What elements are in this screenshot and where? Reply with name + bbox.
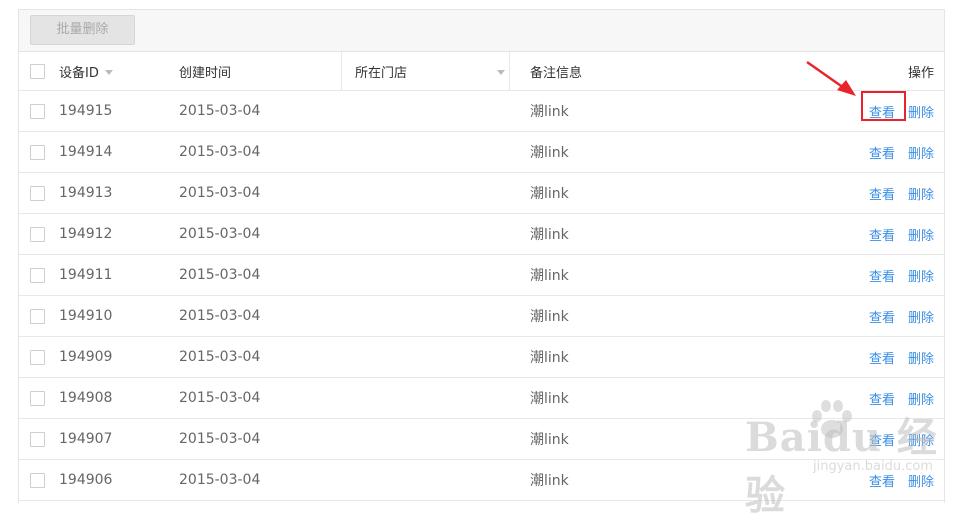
- table-row: 194908 2015-03-04 潮link 查看 删除: [19, 378, 944, 419]
- device-id-cell: 194907: [59, 431, 113, 447]
- table-body: 194915 2015-03-04 潮link 查看 删除 194914 2015-03-0…: [19, 90, 944, 501]
- store-filter-header[interactable]: 所在门店: [355, 52, 505, 90]
- row-checkbox[interactable]: [30, 267, 45, 283]
- table-row: 194911 2015-03-04 潮link 查看 删除: [19, 255, 944, 296]
- row-checkbox[interactable]: [30, 103, 45, 119]
- table-row: 194914 2015-03-04 潮link 查看 删除: [19, 132, 944, 173]
- row-checkbox[interactable]: [30, 185, 45, 201]
- note-cell: 潮link: [530, 104, 569, 120]
- row-checkbox[interactable]: [30, 390, 45, 406]
- device-id-cell: 194914: [59, 144, 113, 160]
- created-time-cell: 2015-03-04: [179, 308, 261, 324]
- row-checkbox[interactable]: [30, 144, 45, 160]
- view-link[interactable]: 查看: [869, 393, 895, 408]
- table-row: 194912 2015-03-04 潮link 查看 删除: [19, 214, 944, 255]
- device-id-header-label: 设备ID: [59, 65, 99, 81]
- note-cell: 潮link: [530, 309, 569, 325]
- device-id-cell: 194906: [59, 472, 113, 488]
- delete-link[interactable]: 删除: [908, 389, 934, 408]
- column-divider: [341, 52, 342, 90]
- row-checkbox[interactable]: [30, 431, 45, 447]
- note-header: 备注信息: [530, 65, 583, 81]
- view-link[interactable]: 查看: [869, 188, 895, 203]
- row-checkbox[interactable]: [30, 308, 45, 324]
- created-time-cell: 2015-03-04: [179, 185, 261, 201]
- created-time-cell: 2015-03-04: [179, 349, 261, 365]
- device-id-cell: 194908: [59, 390, 113, 406]
- view-link[interactable]: 查看: [869, 229, 895, 244]
- select-all-checkbox[interactable]: [30, 63, 45, 79]
- delete-link[interactable]: 删除: [908, 102, 934, 121]
- sort-caret-icon[interactable]: [104, 69, 113, 75]
- device-id-cell: 194910: [59, 308, 113, 324]
- note-cell: 潮link: [530, 432, 569, 448]
- view-link[interactable]: 查看: [869, 352, 895, 367]
- created-time-cell: 2015-03-04: [179, 390, 261, 406]
- toolbar: 批量删除: [19, 10, 944, 52]
- view-link[interactable]: 查看: [869, 147, 895, 162]
- view-link[interactable]: 查看: [869, 311, 895, 326]
- device-id-cell: 194912: [59, 226, 113, 242]
- red-arrow-icon: [806, 61, 856, 96]
- note-cell: 潮link: [530, 186, 569, 202]
- note-cell: 潮link: [530, 227, 569, 243]
- created-time-cell: 2015-03-04: [179, 144, 261, 160]
- delete-link[interactable]: 删除: [908, 184, 934, 203]
- view-link[interactable]: 查看: [869, 434, 895, 449]
- delete-link[interactable]: 删除: [908, 225, 934, 244]
- device-id-cell: 194909: [59, 349, 113, 365]
- table-row: 194913 2015-03-04 潮link 查看 删除: [19, 173, 944, 214]
- device-id-cell: 194915: [59, 103, 113, 119]
- column-divider: [509, 52, 510, 90]
- batch-delete-button[interactable]: 批量删除: [30, 15, 135, 45]
- device-id-cell: 194911: [59, 267, 113, 283]
- table-row: 194909 2015-03-04 潮link 查看 删除: [19, 337, 944, 378]
- created-time-header: 创建时间: [179, 65, 232, 81]
- note-cell: 潮link: [530, 145, 569, 161]
- table-row: 194907 2015-03-04 潮link 查看 删除: [19, 419, 944, 460]
- note-cell: 潮link: [530, 391, 569, 407]
- note-cell: 潮link: [530, 350, 569, 366]
- ops-header: 操作: [907, 65, 934, 81]
- dropdown-caret-icon[interactable]: [497, 69, 505, 75]
- created-time-cell: 2015-03-04: [179, 226, 261, 242]
- device-id-header[interactable]: 设备ID: [59, 52, 113, 90]
- device-id-cell: 194913: [59, 185, 113, 201]
- delete-link[interactable]: 删除: [908, 143, 934, 162]
- created-time-cell: 2015-03-04: [179, 103, 261, 119]
- note-cell: 潮link: [530, 268, 569, 284]
- table-row: 194910 2015-03-04 潮link 查看 删除: [19, 296, 944, 337]
- delete-link[interactable]: 删除: [908, 430, 934, 449]
- delete-link[interactable]: 删除: [908, 266, 934, 285]
- table-row: 194906 2015-03-04 潮link 查看 删除: [19, 460, 944, 501]
- row-checkbox[interactable]: [30, 472, 45, 488]
- store-header-label: 所在门店: [355, 65, 408, 81]
- created-time-cell: 2015-03-04: [179, 472, 261, 488]
- note-cell: 潮link: [530, 473, 569, 489]
- delete-link[interactable]: 删除: [908, 348, 934, 367]
- view-link[interactable]: 查看: [869, 475, 895, 490]
- row-checkbox[interactable]: [30, 226, 45, 242]
- view-link[interactable]: 查看: [869, 270, 895, 285]
- view-link[interactable]: 查看: [869, 106, 895, 121]
- created-time-cell: 2015-03-04: [179, 431, 261, 447]
- row-checkbox[interactable]: [30, 349, 45, 365]
- delete-link[interactable]: 删除: [908, 471, 934, 490]
- created-time-cell: 2015-03-04: [179, 267, 261, 283]
- delete-link[interactable]: 删除: [908, 307, 934, 326]
